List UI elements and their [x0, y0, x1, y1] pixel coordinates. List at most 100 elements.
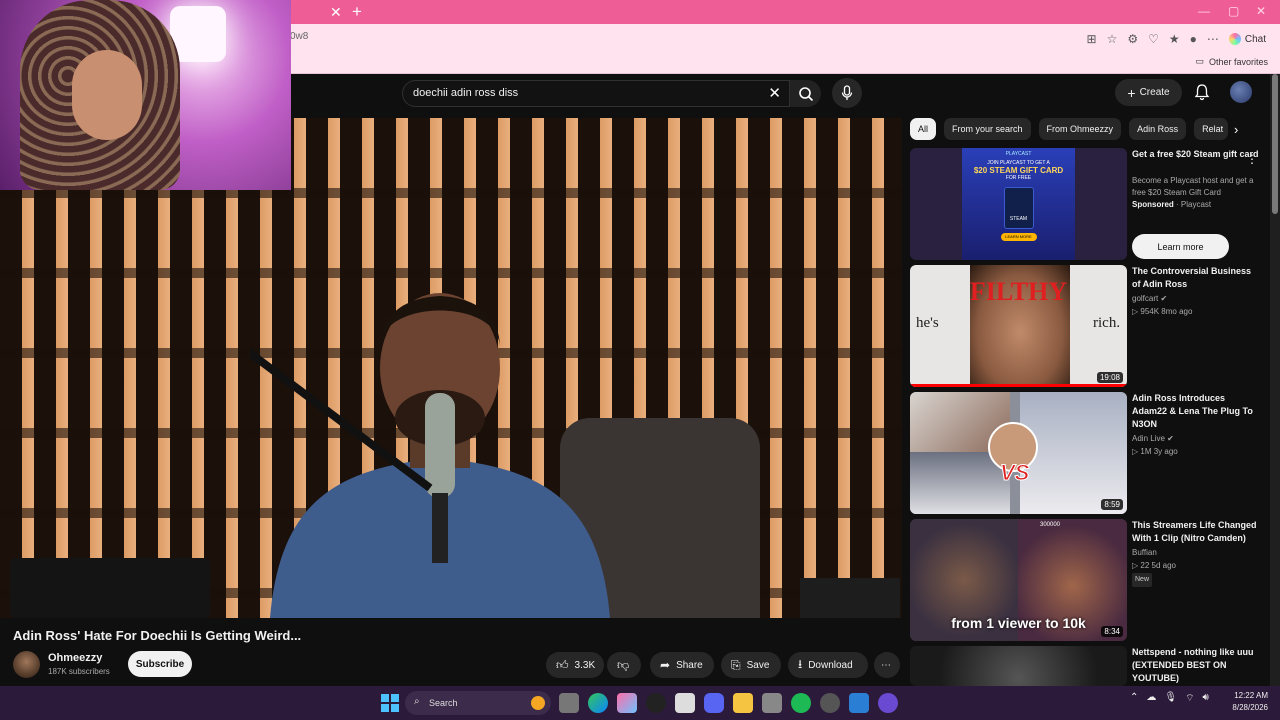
notifications-bell-icon[interactable] — [1194, 83, 1210, 101]
chip-from-your-search[interactable]: From your search — [944, 118, 1031, 140]
close-tab-icon[interactable]: ✕ — [330, 4, 342, 21]
more-vertical-icon[interactable]: ⋮ — [1246, 152, 1258, 166]
browser-essentials-icon[interactable]: ♡ — [1148, 32, 1159, 46]
store-icon[interactable] — [675, 693, 695, 713]
folder-icon: ▭ — [1195, 56, 1204, 66]
chip-all[interactable]: All — [910, 118, 937, 140]
webcam-lamp — [170, 6, 226, 62]
chat-app-icon[interactable] — [878, 693, 898, 713]
ad-thumbnail[interactable]: PLAYCAST JOIN PLAYCAST TO GET A $20 STEA… — [910, 148, 1127, 260]
share-button[interactable]: ➦ Share — [650, 652, 714, 678]
thumb-caption: from 1 viewer to 10k — [951, 615, 1086, 631]
chip-related[interactable]: Relat — [1194, 118, 1229, 140]
minimize-icon[interactable]: — — [1198, 4, 1210, 18]
rec-channel[interactable]: Buffian — [1132, 547, 1157, 559]
favorite-star-icon[interactable]: ☆ — [1107, 32, 1118, 46]
other-favorites-button[interactable]: ▭ Other favorites — [1195, 56, 1268, 67]
search-query[interactable]: doechii adin ross diss — [413, 87, 518, 99]
app-available-icon[interactable]: ⊞ — [1087, 32, 1097, 46]
rec-channel[interactable]: golfcart ✔ — [1132, 293, 1167, 305]
rec-thumbnail[interactable]: FILTHY he's rich. 19:08 — [910, 265, 1127, 387]
clock-time: 12:22 AM — [1234, 691, 1268, 700]
rec-thumbnail[interactable] — [910, 646, 1127, 686]
rec-title[interactable]: The Controversial Business of Adin Ross — [1132, 265, 1260, 291]
copilot-icon — [1228, 33, 1241, 45]
thumbs-up-icon: 👍︎ — [556, 657, 569, 672]
show-hidden-icons-icon[interactable]: ⌃ — [1130, 692, 1138, 705]
plus-icon: + — [1127, 84, 1136, 101]
favorites-icon[interactable]: ★ — [1169, 32, 1180, 46]
profile-icon[interactable]: ● — [1190, 32, 1197, 46]
system-clock[interactable]: 12:22 AM 8/28/2026 — [1224, 690, 1268, 714]
search-button[interactable] — [790, 80, 821, 107]
rec-thumbnail[interactable]: 300000 from 1 viewer to 10k 8:34 — [910, 519, 1127, 641]
more-actions-button[interactable]: ⋯ — [874, 652, 900, 678]
save-button[interactable]: ⎘ Save — [721, 652, 781, 678]
new-tab-icon[interactable]: + — [352, 2, 362, 22]
search-input[interactable]: doechii adin ross diss ✕ — [402, 80, 790, 107]
snipping-tool-icon[interactable] — [849, 693, 869, 713]
wifi-icon[interactable]: ⌔ — [1185, 692, 1194, 705]
microphone-tray-icon[interactable]: 🎙︎ — [1164, 692, 1177, 705]
steam-icon[interactable] — [820, 693, 840, 713]
rec-thumbnail[interactable]: VS 8:59 — [910, 392, 1127, 514]
subscribe-button[interactable]: Subscribe — [128, 651, 192, 677]
account-avatar[interactable] — [1230, 81, 1252, 103]
recommended-video[interactable]: 300000 from 1 viewer to 10k 8:34 This St… — [910, 519, 1265, 641]
rec-title[interactable]: Adin Ross Introduces Adam22 & Lena The P… — [1132, 392, 1260, 431]
chevron-right-icon[interactable]: › — [1234, 122, 1238, 137]
file-explorer-icon[interactable] — [733, 693, 753, 713]
discord-icon[interactable] — [704, 693, 724, 713]
recommended-video[interactable]: FILTHY he's rich. 19:08 The Controversia… — [910, 265, 1265, 387]
video-keyboard — [800, 578, 900, 618]
rec-channel[interactable]: Adin Live ✔ — [1132, 433, 1174, 445]
sponsored-ad-card[interactable]: PLAYCAST JOIN PLAYCAST TO GET A $20 STEA… — [910, 148, 1265, 260]
page-scrollbar[interactable] — [1270, 74, 1280, 686]
task-view-icon[interactable] — [559, 693, 579, 713]
system-tray: ⌃ ☁ 🎙︎ ⌔ 🔊︎ — [1130, 692, 1209, 705]
game-app-icon[interactable] — [762, 693, 782, 713]
screen: ✕ + — ▢ ✕ 0w8 ⊞ ☆ ⚙ ♡ ★ ● ⋯ Chat ▭ Other… — [0, 0, 1280, 720]
rec-title[interactable]: This Streamers Life Changed With 1 Clip … — [1132, 519, 1260, 545]
thumb-text-hes: he's — [916, 315, 939, 331]
edge-browser-icon[interactable] — [588, 693, 608, 713]
clear-search-icon[interactable]: ✕ — [768, 84, 781, 102]
rec-title[interactable]: Get a free $20 Steam gift card — [1132, 148, 1260, 161]
recommended-video[interactable]: VS 8:59 Adin Ross Introduces Adam22 & Le… — [910, 392, 1265, 514]
url-text[interactable]: 0w8 — [290, 31, 308, 42]
learn-more-button[interactable]: Learn more — [1132, 234, 1229, 259]
window-close-icon[interactable]: ✕ — [1256, 4, 1266, 18]
channel-name[interactable]: Ohmeezzy — [48, 652, 102, 664]
maximize-icon[interactable]: ▢ — [1228, 4, 1239, 18]
chip-from-channel[interactable]: From Ohmeezzy — [1038, 118, 1122, 140]
taskbar-search-icon: ⌕ — [414, 696, 420, 707]
download-button[interactable]: ⭳ Download — [788, 652, 868, 678]
create-button[interactable]: + Create — [1115, 79, 1182, 106]
copilot-chat-button[interactable]: Chat — [1228, 33, 1266, 45]
onedrive-icon[interactable]: ☁ — [1146, 692, 1156, 705]
windows-start-icon[interactable] — [381, 694, 399, 712]
rec-meta: ▷ 22 5d ago — [1132, 561, 1176, 570]
chip-adin-ross[interactable]: Adin Ross — [1129, 118, 1187, 140]
spotify-icon[interactable] — [791, 693, 811, 713]
rec-title[interactable]: Nettspend - nothing like uuu (EXTENDED B… — [1132, 646, 1260, 685]
video-player[interactable] — [0, 118, 902, 618]
watched-progress-bar — [910, 384, 1127, 387]
filter-chips: All From your search From Ohmeezzy Adin … — [910, 118, 1229, 140]
channel-avatar[interactable] — [13, 651, 40, 678]
volume-icon[interactable]: 🔊︎ — [1203, 692, 1209, 705]
alien-app-icon[interactable] — [646, 693, 666, 713]
recommended-video[interactable]: Nettspend - nothing like uuu (EXTENDED B… — [910, 646, 1265, 686]
duration-badge: 19:08 — [1096, 372, 1123, 383]
copilot-app-icon[interactable] — [617, 693, 637, 713]
thumb-text-vs: VS — [999, 460, 1030, 486]
more-options-icon[interactable]: ⋯ — [1207, 32, 1219, 46]
scrollbar-thumb[interactable] — [1272, 74, 1278, 214]
dislike-button[interactable]: 👎︎ — [607, 652, 641, 678]
voice-search-button[interactable] — [832, 78, 862, 108]
like-button[interactable]: 👍︎ 3.3K — [546, 652, 604, 678]
taskbar-search[interactable]: ⌕ Search — [405, 691, 551, 715]
thumbs-down-icon: 👎︎ — [617, 657, 630, 672]
rec-channel-name: golfcart — [1132, 294, 1159, 303]
extensions-icon[interactable]: ⚙ — [1127, 32, 1138, 46]
